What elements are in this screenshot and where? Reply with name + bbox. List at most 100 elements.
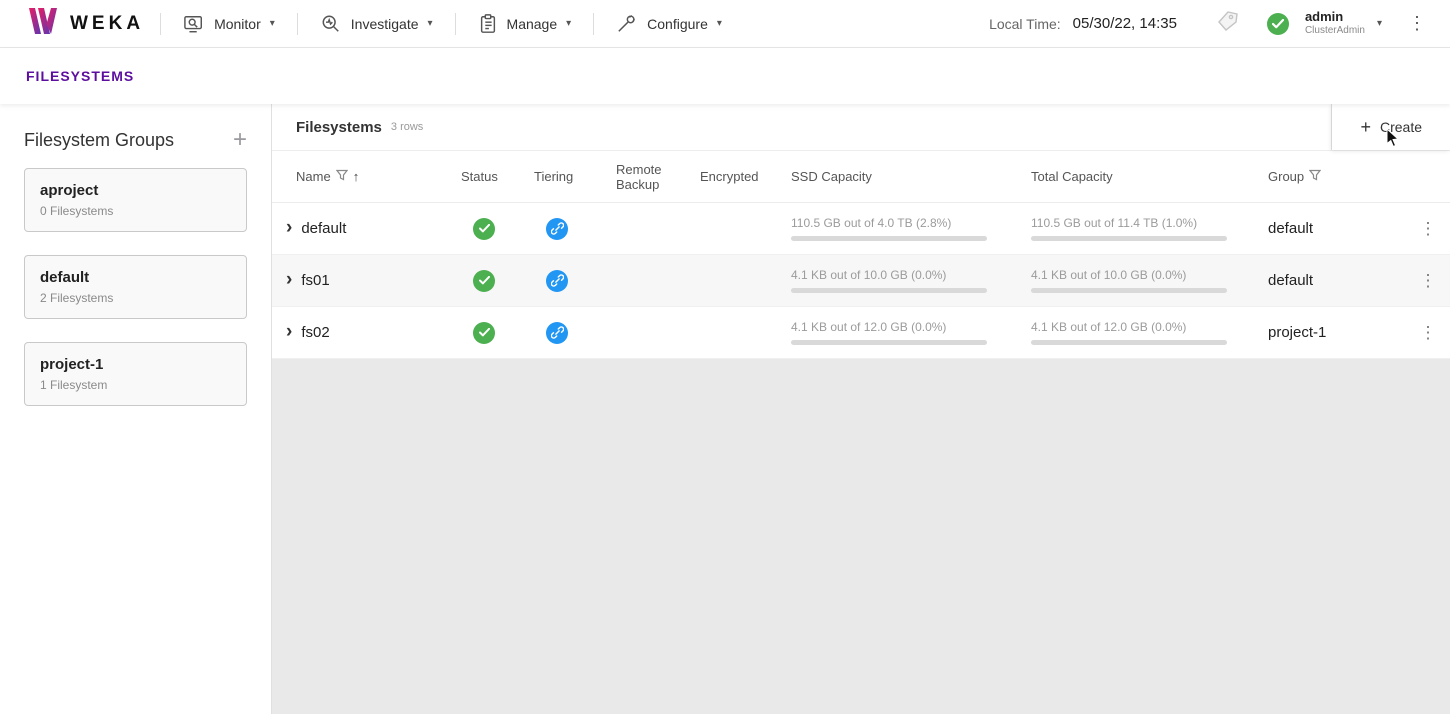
top-right: Local Time: 05/30/22, 14:35 admin Cluste…: [989, 9, 1430, 38]
col-status: Status: [461, 169, 498, 184]
total-capacity-cell: 4.1 KB out of 12.0 GB (0.0%): [1031, 320, 1268, 345]
col-group: Group: [1268, 169, 1304, 184]
nav-investigate[interactable]: Investigate ▾: [314, 10, 439, 38]
ssd-capacity-text: 4.1 KB out of 10.0 GB (0.0%): [791, 268, 1031, 282]
group-count: 2 Filesystems: [40, 291, 231, 305]
status-healthy-icon[interactable]: [473, 322, 495, 344]
group-count: 0 Filesystems: [40, 204, 231, 218]
col-name: Name: [296, 169, 331, 184]
create-button[interactable]: + Create: [1332, 104, 1450, 150]
group-card-project-1[interactable]: project-1 1 Filesystem: [24, 342, 247, 406]
row-menu-icon[interactable]: ⋮: [1406, 219, 1450, 239]
page-title: FILESYSTEMS: [26, 68, 134, 84]
group-cell: default: [1268, 220, 1406, 237]
table-header: Name ↑ Status Tiering Remote Backup Encr…: [272, 151, 1450, 203]
local-time-label: Local Time:: [989, 16, 1061, 32]
ssd-capacity-text: 110.5 GB out of 4.0 TB (2.8%): [791, 216, 1031, 230]
status-healthy-icon[interactable]: [473, 218, 495, 240]
weka-logo-icon: [28, 8, 58, 39]
row-menu-icon[interactable]: ⋮: [1406, 323, 1450, 343]
divider: [297, 13, 298, 35]
top-bar: WEKA Monitor ▾ Inv: [0, 0, 1450, 48]
tiering-enabled-icon[interactable]: [546, 218, 568, 240]
total-capacity-cell: 4.1 KB out of 10.0 GB (0.0%): [1031, 268, 1268, 293]
group-count: 1 Filesystem: [40, 378, 231, 392]
nav-manage-label: Manage: [507, 16, 558, 32]
tag-icon[interactable]: [1215, 9, 1241, 38]
chevron-down-icon: ▾: [566, 18, 571, 29]
group-cell: default: [1268, 272, 1406, 289]
filter-icon[interactable]: [1309, 169, 1321, 184]
chevron-down-icon: ▾: [270, 18, 275, 29]
expand-row-icon[interactable]: ›: [286, 270, 292, 289]
user-chevron-icon[interactable]: ▾: [1377, 18, 1382, 29]
nav-investigate-label: Investigate: [351, 16, 419, 32]
plus-icon: +: [1360, 117, 1371, 138]
col-tiering: Tiering: [534, 169, 573, 184]
add-group-button[interactable]: +: [233, 128, 247, 152]
col-encrypted: Encrypted: [700, 169, 759, 184]
total-capacity-text: 110.5 GB out of 11.4 TB (1.0%): [1031, 216, 1268, 230]
group-cell: project-1: [1268, 324, 1406, 341]
sort-asc-icon[interactable]: ↑: [353, 169, 360, 184]
table-row[interactable]: › fs02 4.1 KB out of 12.0 GB (0.0%) 4.1 …: [272, 307, 1450, 359]
nav-configure-label: Configure: [647, 16, 708, 32]
ssd-capacity-bar: [791, 236, 987, 241]
filesystem-name: fs02: [301, 324, 329, 341]
configure-icon: [616, 14, 638, 34]
total-capacity-cell: 110.5 GB out of 11.4 TB (1.0%): [1031, 216, 1268, 241]
row-menu-icon[interactable]: ⋮: [1406, 271, 1450, 291]
manage-icon: [478, 14, 498, 34]
nav-monitor[interactable]: Monitor ▾: [177, 10, 281, 38]
group-card-aproject[interactable]: aproject 0 Filesystems: [24, 168, 247, 232]
filesystem-name: default: [301, 220, 346, 237]
page-title-bar: FILESYSTEMS: [0, 48, 1450, 104]
ssd-capacity-bar: [791, 288, 987, 293]
total-capacity-text: 4.1 KB out of 10.0 GB (0.0%): [1031, 268, 1268, 282]
local-time-value: 05/30/22, 14:35: [1073, 15, 1177, 32]
divider: [160, 13, 161, 35]
filesystems-panel: Filesystems 3 rows + Create Name: [272, 104, 1450, 714]
total-capacity-bar: [1031, 340, 1227, 345]
app-root: WEKA Monitor ▾ Inv: [0, 0, 1450, 714]
ssd-capacity-cell: 110.5 GB out of 4.0 TB (2.8%): [791, 216, 1031, 241]
create-button-label: Create: [1380, 119, 1422, 135]
ssd-capacity-bar: [791, 340, 987, 345]
health-ok-icon[interactable]: [1267, 13, 1289, 35]
filesystem-name: fs01: [301, 272, 329, 289]
content: Filesystem Groups + aproject 0 Filesyste…: [0, 104, 1450, 714]
chevron-down-icon: ▾: [428, 18, 433, 29]
filesystems-toolbar: Filesystems 3 rows + Create: [272, 104, 1450, 151]
total-capacity-bar: [1031, 288, 1227, 293]
monitor-icon: [183, 14, 205, 34]
nav-monitor-label: Monitor: [214, 16, 261, 32]
divider: [593, 13, 594, 35]
chevron-down-icon: ▾: [717, 18, 722, 29]
investigate-icon: [320, 14, 342, 34]
user-menu[interactable]: admin ClusterAdmin: [1305, 10, 1365, 36]
table-row-count: 3 rows: [391, 121, 423, 133]
group-name: project-1: [40, 356, 231, 373]
col-total-capacity: Total Capacity: [1031, 169, 1113, 184]
tiering-enabled-icon[interactable]: [546, 270, 568, 292]
expand-row-icon[interactable]: ›: [286, 322, 292, 341]
nav-configure[interactable]: Configure ▾: [610, 10, 728, 38]
sidebar-title: Filesystem Groups: [24, 130, 174, 151]
group-name: default: [40, 269, 231, 286]
expand-row-icon[interactable]: ›: [286, 218, 292, 237]
sidebar-filesystem-groups: Filesystem Groups + aproject 0 Filesyste…: [0, 104, 272, 714]
user-name: admin: [1305, 10, 1365, 25]
table-row[interactable]: › fs01 4.1 KB out of 10.0 GB (0.0%) 4.1 …: [272, 255, 1450, 307]
table-title: Filesystems: [296, 119, 382, 136]
status-healthy-icon[interactable]: [473, 270, 495, 292]
col-ssd-capacity: SSD Capacity: [791, 169, 872, 184]
nav-manage[interactable]: Manage ▾: [472, 10, 578, 38]
col-remote-backup: Remote Backup: [616, 162, 692, 192]
brand-name: WEKA: [70, 13, 144, 35]
table-row[interactable]: › default 110.5 GB out of 4.0 TB (2.8%) …: [272, 203, 1450, 255]
brand: WEKA: [28, 8, 144, 39]
tiering-enabled-icon[interactable]: [546, 322, 568, 344]
group-card-default[interactable]: default 2 Filesystems: [24, 255, 247, 319]
filter-icon[interactable]: [336, 169, 348, 184]
overflow-menu-icon[interactable]: ⋮: [1404, 13, 1430, 34]
